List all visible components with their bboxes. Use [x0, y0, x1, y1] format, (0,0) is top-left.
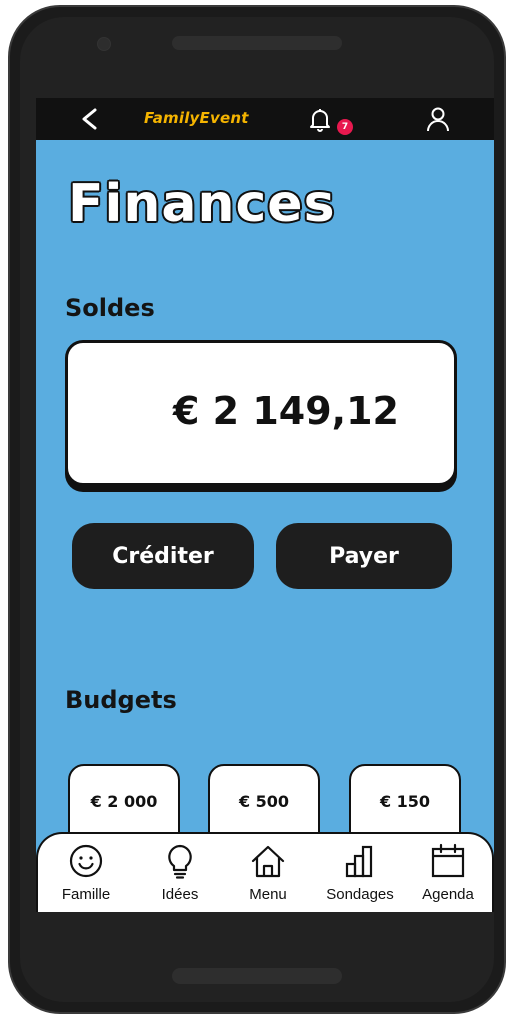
bottom-tab-bar: Famille Idées Menu Sondages Agenda: [36, 832, 494, 912]
pay-button[interactable]: Payer: [276, 523, 452, 589]
budget-amount: € 2 000: [90, 792, 158, 811]
tab-famille[interactable]: Famille: [46, 842, 126, 903]
back-arrow-icon[interactable]: [78, 107, 100, 131]
calendar-icon: [431, 843, 465, 878]
budget-amount: € 150: [379, 792, 431, 811]
tab-idees[interactable]: Idées: [140, 842, 220, 903]
bell-icon[interactable]: [308, 107, 332, 133]
tab-label: Sondages: [326, 886, 394, 903]
tab-label: Agenda: [422, 886, 474, 903]
budget-amount: € 500: [238, 792, 290, 811]
balance-section-title: Soldes: [65, 294, 155, 322]
tab-label: Famille: [61, 886, 111, 903]
smiley-icon: [69, 844, 103, 878]
lightbulb-icon: [168, 844, 192, 879]
user-icon[interactable]: [426, 106, 450, 132]
tab-label: Idées: [161, 886, 199, 903]
bar-chart-icon: [345, 845, 373, 878]
tab-menu[interactable]: Menu: [228, 842, 308, 903]
top-bar: FamilyEvent 7: [36, 98, 494, 140]
notification-badge: 7: [337, 119, 353, 135]
balance-card: € 2 149,12: [65, 340, 457, 486]
home-bar: [172, 968, 342, 984]
tab-label: Menu: [249, 886, 287, 903]
tab-sondages[interactable]: Sondages: [312, 842, 408, 903]
page-title: Finances: [68, 174, 336, 234]
app-brand: FamilyEvent: [144, 109, 249, 127]
tab-agenda[interactable]: Agenda: [408, 842, 488, 903]
speaker-grill: [172, 36, 342, 50]
home-icon: [251, 845, 285, 878]
budgets-section-title: Budgets: [65, 686, 177, 714]
camera: [97, 37, 111, 51]
app-screen: FamilyEvent 7 Finances Soldes € 2 149,12…: [36, 98, 494, 912]
credit-button[interactable]: Créditer: [72, 523, 254, 589]
balance-amount: € 2 149,12: [173, 389, 399, 433]
